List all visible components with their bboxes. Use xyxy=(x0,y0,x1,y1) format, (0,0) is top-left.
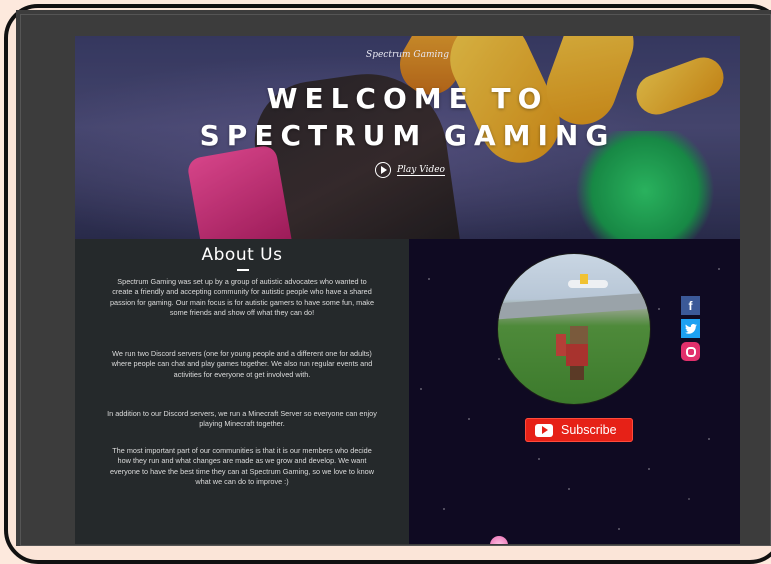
play-video-button[interactable]: Play Video xyxy=(375,162,445,178)
avatar-character-head xyxy=(570,326,588,344)
play-icon xyxy=(375,162,391,178)
channel-avatar[interactable] xyxy=(497,253,651,405)
hero-title-line-1: WELCOME TO xyxy=(266,82,549,115)
facebook-glyph: f xyxy=(688,298,693,313)
youtube-section: f Subscribe xyxy=(409,239,740,544)
instagram-glyph xyxy=(685,346,696,357)
about-paragraph-2: We run two Discord servers (one for youn… xyxy=(111,349,373,379)
avatar-plane xyxy=(568,280,608,288)
about-paragraph-1: Spectrum Gaming was set up by a group of… xyxy=(109,277,375,317)
about-section: About Us Spectrum Gaming was set up by a… xyxy=(75,239,409,544)
hero-banner: Spectrum Gaming WELCOME TO SPECTRUM GAMI… xyxy=(75,36,740,239)
twitter-bird-icon xyxy=(684,323,697,334)
avatar-plane-tail xyxy=(580,274,588,284)
youtube-icon xyxy=(535,423,553,437)
tablet-bezel: Spectrum Gaming WELCOME TO SPECTRUM GAMI… xyxy=(16,10,771,546)
avatar-runway xyxy=(498,292,650,320)
twitter-icon[interactable] xyxy=(681,319,700,338)
about-paragraph-3: In addition to our Discord servers, we r… xyxy=(107,409,377,429)
avatar-character-legs xyxy=(570,366,584,380)
about-heading: About Us xyxy=(201,245,283,265)
avatar-character-body xyxy=(566,344,588,366)
social-links: f xyxy=(681,296,700,361)
facebook-icon[interactable]: f xyxy=(681,296,700,315)
instagram-icon[interactable] xyxy=(681,342,700,361)
about-paragraph-4: The most important part of our communiti… xyxy=(109,446,375,486)
hero-title: WELCOME TO SPECTRUM GAMING xyxy=(75,80,740,154)
heading-underline xyxy=(237,269,249,271)
website-screen: Spectrum Gaming WELCOME TO SPECTRUM GAMI… xyxy=(75,36,740,544)
play-video-label: Play Video xyxy=(397,164,445,176)
subscribe-label: Subscribe xyxy=(561,423,617,437)
avatar-block xyxy=(556,334,566,356)
pink-orb-decor xyxy=(490,536,508,544)
youtube-subscribe-button[interactable]: Subscribe xyxy=(525,418,633,442)
site-brand[interactable]: Spectrum Gaming xyxy=(75,50,740,60)
hero-title-line-2: SPECTRUM GAMING xyxy=(199,119,616,152)
